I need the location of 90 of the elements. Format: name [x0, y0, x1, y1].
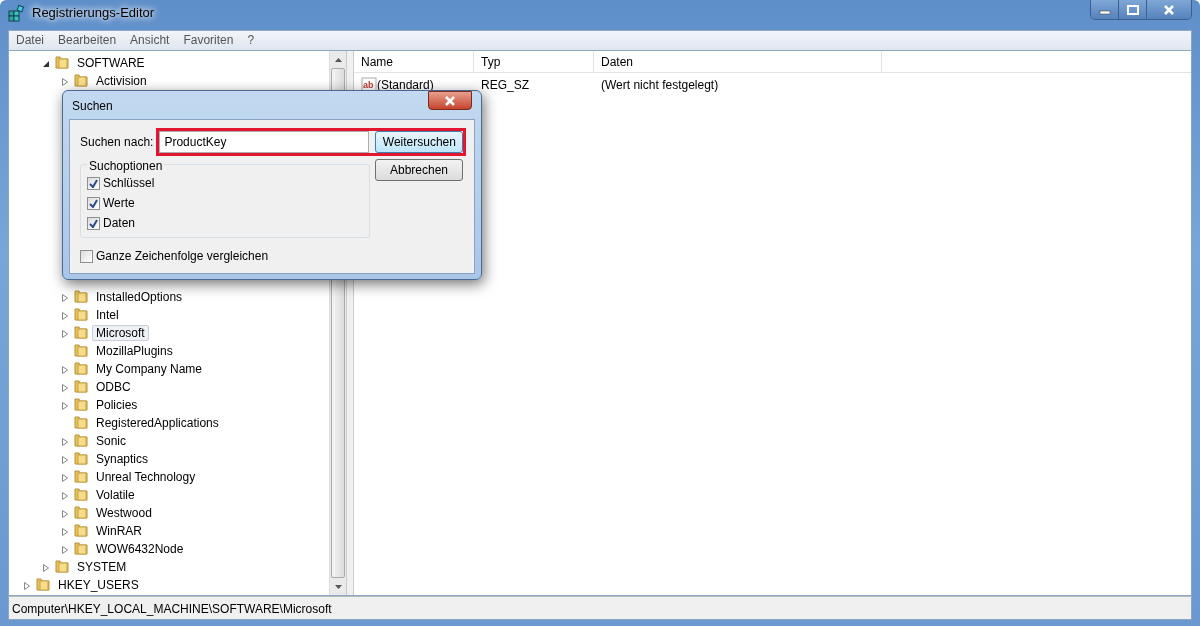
checkbox[interactable]: [87, 176, 100, 190]
folder-icon: [73, 504, 89, 520]
folder-icon: [73, 396, 89, 412]
folder-icon: [54, 54, 70, 70]
tree-item[interactable]: MozillaPlugins: [92, 343, 177, 359]
folder-icon: [35, 576, 51, 592]
collapsed-triangle-icon[interactable]: [42, 563, 50, 572]
collapsed-triangle-icon[interactable]: [61, 455, 69, 464]
minimize-button[interactable]: [1091, 0, 1119, 19]
scroll-up-icon[interactable]: [334, 57, 342, 62]
folder-icon: [54, 558, 70, 574]
folder-icon: [73, 468, 89, 484]
dialog-title: Suchen: [71, 98, 113, 115]
folder-icon: [73, 72, 89, 88]
folder-icon: [73, 450, 89, 466]
checkbox-label[interactable]: Schlüssel: [103, 174, 155, 192]
tree-item[interactable]: My Company Name: [92, 361, 207, 377]
collapsed-triangle-icon[interactable]: [61, 77, 69, 86]
collapsed-triangle-icon[interactable]: [61, 473, 69, 482]
tree-item[interactable]: RegisteredApplications: [92, 415, 223, 431]
value-type: REG_SZ: [480, 77, 530, 94]
tree-item[interactable]: Unreal Technology: [92, 469, 200, 485]
folder-icon: [73, 540, 89, 556]
expanded-triangle-icon[interactable]: [42, 59, 50, 68]
collapsed-triangle-icon[interactable]: [61, 509, 69, 518]
find-next-button[interactable]: Weitersuchen: [375, 131, 464, 153]
folder-icon: [73, 324, 89, 340]
tree-item[interactable]: Policies: [92, 397, 142, 413]
collapsed-triangle-icon[interactable]: [61, 491, 69, 500]
maximize-button[interactable]: [1119, 0, 1147, 19]
checkbox[interactable]: [80, 249, 93, 263]
search-label: Suchen nach:: [80, 134, 154, 151]
folder-icon: [73, 522, 89, 538]
status-bar: Computer\HKEY_LOCAL_MACHINE\SOFTWARE\Microsoft: [8, 596, 1192, 620]
window-title: Registrierungs-Editor: [32, 4, 155, 22]
checkbox-label[interactable]: Werte: [103, 194, 135, 212]
folder-icon: [73, 342, 89, 358]
folder-icon: [73, 486, 89, 502]
tree-item[interactable]: InstalledOptions: [92, 289, 187, 305]
tree-item[interactable]: Activision: [92, 73, 151, 89]
close-icon: [1163, 5, 1175, 16]
menu-item[interactable]: Favoriten: [176, 31, 241, 50]
tree-item[interactable]: WinRAR: [92, 523, 146, 539]
value-data: (Wert nicht festgelegt): [600, 77, 719, 94]
collapsed-triangle-icon[interactable]: [61, 311, 69, 320]
value-name[interactable]: (Standard): [377, 76, 434, 94]
menu-item[interactable]: ?: [240, 31, 262, 50]
close-icon: [444, 96, 456, 107]
menu-item[interactable]: Ansicht: [123, 31, 177, 50]
collapsed-triangle-icon[interactable]: [61, 293, 69, 302]
collapsed-triangle-icon[interactable]: [23, 581, 31, 590]
menu-item[interactable]: Bearbeiten: [51, 31, 124, 50]
folder-icon: [73, 432, 89, 448]
column-header[interactable]: Daten: [594, 51, 882, 72]
cancel-button[interactable]: Abbrechen: [375, 159, 463, 181]
maximize-icon: [1126, 5, 1139, 16]
tree-item[interactable]: Sonic: [92, 433, 131, 449]
checkbox-label[interactable]: Ganze Zeichenfolge vergleichen: [96, 247, 269, 265]
scroll-down-icon[interactable]: [334, 584, 342, 589]
search-field[interactable]: ProductKey: [159, 131, 370, 153]
column-header[interactable]: Name: [354, 51, 474, 72]
collapsed-triangle-icon[interactable]: [61, 329, 69, 338]
tree-item[interactable]: SYSTEM: [73, 559, 131, 575]
registry-cubes-icon: [8, 3, 26, 22]
tree-item[interactable]: Westwood: [92, 505, 156, 521]
tree-item[interactable]: Intel: [92, 307, 123, 323]
collapsed-triangle-icon[interactable]: [61, 545, 69, 554]
tree-item[interactable]: SOFTWARE: [73, 55, 149, 71]
menu-item[interactable]: Datei: [9, 31, 51, 50]
column-header[interactable]: Typ: [474, 51, 594, 72]
collapsed-triangle-icon[interactable]: [61, 437, 69, 446]
folder-icon: [73, 306, 89, 322]
folder-icon: [73, 378, 89, 394]
tree-item[interactable]: Synaptics: [92, 451, 153, 467]
tree-item[interactable]: HKEY_USERS: [54, 577, 143, 593]
tree-item[interactable]: Microsoft: [92, 325, 149, 341]
collapsed-triangle-icon[interactable]: [61, 527, 69, 536]
checkbox[interactable]: [87, 216, 100, 230]
collapsed-triangle-icon[interactable]: [61, 383, 69, 392]
collapsed-triangle-icon[interactable]: [61, 365, 69, 374]
tree-item[interactable]: ODBC: [92, 379, 135, 395]
tree-item[interactable]: Volatile: [92, 487, 139, 503]
folder-icon: [73, 414, 89, 430]
folder-icon: [73, 360, 89, 376]
checkbox[interactable]: [87, 196, 100, 210]
close-button[interactable]: [428, 91, 472, 110]
folder-icon: [73, 288, 89, 304]
tree-item[interactable]: WOW6432Node: [92, 541, 188, 557]
collapsed-triangle-icon[interactable]: [61, 401, 69, 410]
checkbox-label[interactable]: Daten: [103, 214, 136, 232]
